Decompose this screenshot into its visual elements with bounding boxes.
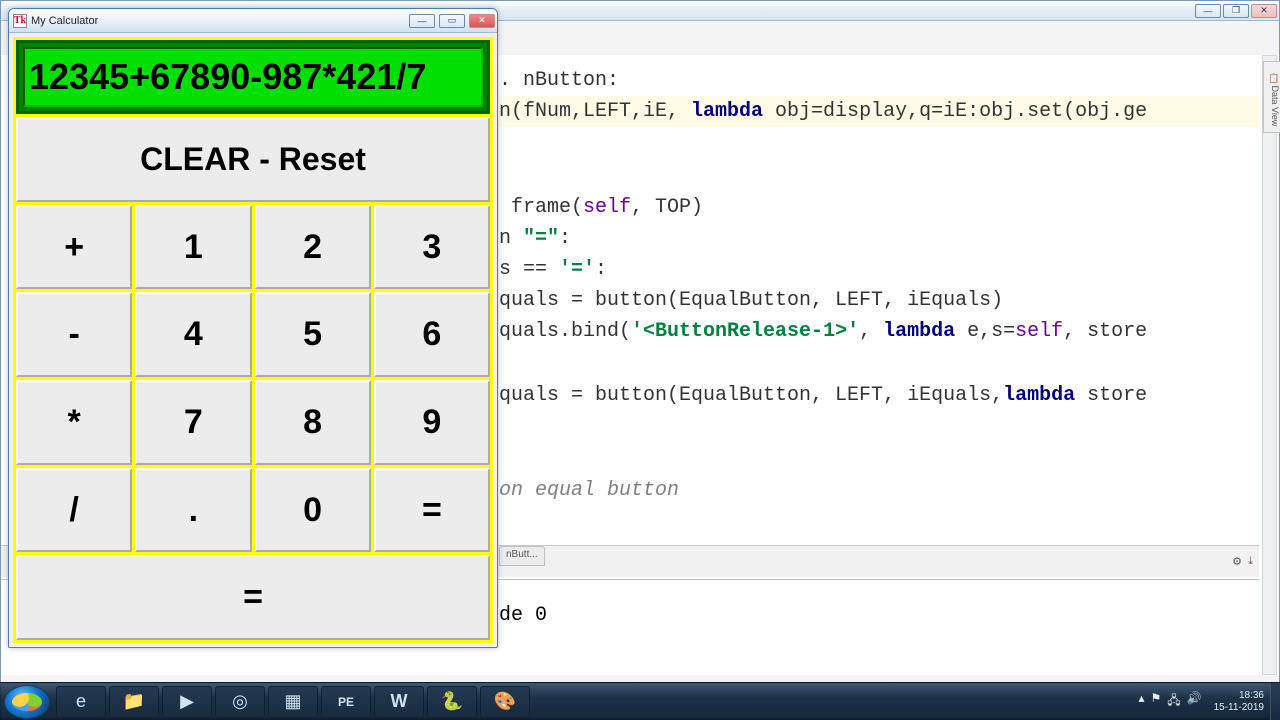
calc-window-title: My Calculator	[31, 15, 407, 27]
tk-icon: Tk	[13, 14, 27, 28]
taskbar-python[interactable]: 🐍	[427, 686, 477, 718]
ie-icon: e	[76, 691, 86, 712]
code-line: s == '=':	[499, 254, 1259, 285]
taskbar-media[interactable]: ▶	[162, 686, 212, 718]
data-view-tab[interactable]: 📋 Data View	[1263, 61, 1280, 133]
taskbar-pycharm[interactable]: PE	[321, 686, 371, 718]
taskbar-chrome[interactable]: ◎	[215, 686, 265, 718]
taskbar-items: e 📁 ▶ ◎ ▦ PE W 🐍 🎨	[54, 683, 530, 720]
code-line: n "=":	[499, 223, 1259, 254]
calc-maximize-button[interactable]: ▭	[439, 14, 465, 28]
ide-restore-button[interactable]: ❐	[1223, 4, 1249, 18]
pycharm-icon: PE	[338, 695, 354, 709]
media-icon: ▶	[180, 691, 194, 712]
ide-minimize-button[interactable]: —	[1195, 4, 1221, 18]
console-line: de 0	[499, 600, 547, 632]
paint-icon: 🎨	[494, 691, 516, 712]
code-line: . nButton:	[499, 65, 1259, 96]
tray-time: 18:36	[1214, 690, 1264, 702]
digit-2-button[interactable]: 2	[255, 205, 371, 290]
taskbar-word[interactable]: W	[374, 686, 424, 718]
action-center-icon[interactable]: ⚑	[1150, 691, 1161, 712]
calc-titlebar[interactable]: Tk My Calculator — ▭ ✕	[9, 9, 497, 33]
taskbar[interactable]: e 📁 ▶ ◎ ▦ PE W 🐍 🎨 ▴ ⚑ 🖧 🔊 18:36 15-11-2…	[0, 682, 1280, 720]
taskbar-explorer[interactable]: 📁	[109, 686, 159, 718]
clear-button[interactable]: CLEAR - Reset	[16, 117, 490, 202]
calc-close-button[interactable]: ✕	[469, 14, 495, 28]
multiply-button[interactable]: *	[16, 380, 132, 465]
chrome-icon: ◎	[232, 691, 248, 712]
digit-0-button[interactable]: 0	[255, 468, 371, 553]
taskbar-ie[interactable]: e	[56, 686, 106, 718]
equals-wide-button[interactable]: =	[16, 555, 490, 640]
run-tab[interactable]: nButt...	[499, 546, 545, 566]
ide-close-button[interactable]: ✕	[1251, 4, 1277, 18]
digit-1-button[interactable]: 1	[135, 205, 251, 290]
calculator-window[interactable]: Tk My Calculator — ▭ ✕ CLEAR - Reset + 1…	[8, 8, 498, 648]
clock[interactable]: 18:36 15-11-2019	[1214, 690, 1264, 714]
calc-minimize-button[interactable]: —	[409, 14, 435, 28]
digit-9-button[interactable]: 9	[374, 380, 490, 465]
code-line-highlighted: n(fNum,LEFT,iE, lambda obj=display,q=iE:…	[499, 96, 1259, 127]
taskbar-excel[interactable]: ▦	[268, 686, 318, 718]
decimal-button[interactable]: .	[135, 468, 251, 553]
calc-body: CLEAR - Reset + 1 2 3 - 4 5 6 * 7 8 9 / …	[13, 37, 493, 643]
code-line: frame(self, TOP)	[499, 192, 1259, 223]
minus-button[interactable]: -	[16, 292, 132, 377]
divide-button[interactable]: /	[16, 468, 132, 553]
code-line: quals = button(EqualButton, LEFT, iEqual…	[499, 285, 1259, 316]
code-line: quals.bind('<ButtonRelease-1>', lambda e…	[499, 316, 1259, 347]
display-frame	[16, 40, 490, 114]
plus-button[interactable]: +	[16, 205, 132, 290]
calc-display[interactable]	[23, 47, 483, 107]
digit-6-button[interactable]: 6	[374, 292, 490, 377]
equals-button[interactable]: =	[374, 468, 490, 553]
start-button[interactable]	[4, 685, 50, 719]
excel-icon: ▦	[284, 691, 301, 712]
volume-icon[interactable]: 🔊	[1187, 691, 1202, 712]
editor-scrollbar[interactable]	[1262, 55, 1277, 675]
taskbar-paint[interactable]: 🎨	[480, 686, 530, 718]
digit-7-button[interactable]: 7	[135, 380, 251, 465]
download-icon[interactable]: ⤓	[1248, 555, 1253, 568]
gear-icon[interactable]: ⚙	[1232, 555, 1242, 568]
system-tray[interactable]: ▴ ⚑ 🖧 🔊 18:36 15-11-2019	[1138, 690, 1270, 714]
tray-expand-icon[interactable]: ▴	[1138, 691, 1144, 712]
digit-5-button[interactable]: 5	[255, 292, 371, 377]
show-desktop-button[interactable]	[1270, 683, 1280, 720]
digit-4-button[interactable]: 4	[135, 292, 251, 377]
network-icon[interactable]: 🖧	[1167, 691, 1180, 712]
digit-8-button[interactable]: 8	[255, 380, 371, 465]
code-line: quals = button(EqualButton, LEFT, iEqual…	[499, 380, 1259, 411]
code-line: on equal button	[499, 475, 1259, 506]
folder-icon: 📁	[123, 691, 145, 712]
python-icon: 🐍	[441, 691, 463, 712]
digit-3-button[interactable]: 3	[374, 205, 490, 290]
word-icon: W	[391, 691, 408, 712]
tray-date: 15-11-2019	[1214, 702, 1264, 714]
